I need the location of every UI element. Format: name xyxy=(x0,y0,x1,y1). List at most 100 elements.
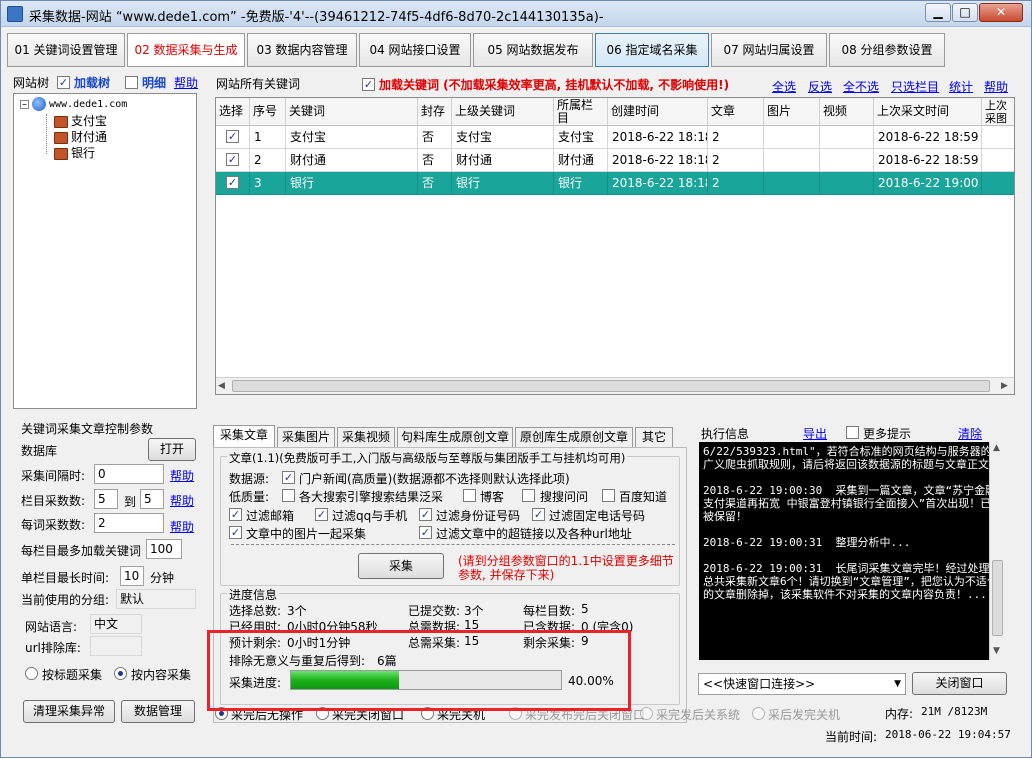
select-all-link[interactable]: 全选 xyxy=(772,78,796,95)
column-to-input[interactable]: 5 xyxy=(140,489,164,509)
column-from-input[interactable]: 5 xyxy=(94,489,118,509)
col-header-created[interactable]: 创建时间 xyxy=(608,98,708,126)
clear-link[interactable]: 清除 xyxy=(958,425,982,442)
tab-content-manage[interactable]: 03 数据内容管理 xyxy=(247,33,357,67)
after-publish-system-radio[interactable] xyxy=(640,707,653,720)
invert-select-link[interactable]: 反选 xyxy=(808,78,832,95)
tab-site-interface[interactable]: 04 网站接口设置 xyxy=(359,33,471,67)
scroll-up-icon[interactable]: ▲ xyxy=(993,443,1000,453)
scroll-down-icon[interactable]: ▼ xyxy=(993,646,1000,656)
collect-images-checkbox[interactable]: ✓ xyxy=(229,526,242,539)
portal-news-checkbox[interactable]: ✓ xyxy=(282,471,295,484)
tab-group-params[interactable]: 08 分组参数设置 xyxy=(829,33,945,67)
scroll-right-icon[interactable]: ▶ xyxy=(1001,381,1008,391)
max-time-input[interactable]: 10 xyxy=(120,566,144,586)
col-header-images[interactable]: 图片 xyxy=(764,98,820,126)
more-hints-checkbox[interactable] xyxy=(846,426,859,439)
radio-by-title[interactable] xyxy=(25,667,38,680)
clean-exception-button[interactable]: 清理采集异常 xyxy=(23,700,115,723)
tab-site-publish[interactable]: 05 网站数据发布 xyxy=(473,33,593,67)
filter-email-checkbox[interactable]: ✓ xyxy=(229,508,242,521)
open-database-button[interactable]: 打开 xyxy=(148,438,196,461)
tab-domain-collect[interactable]: 06 指定域名采集 xyxy=(595,33,709,67)
filter-id-checkbox[interactable]: ✓ xyxy=(419,508,432,521)
close-button[interactable]: ✕ xyxy=(979,3,1023,22)
baidu-zhidao-checkbox[interactable] xyxy=(602,489,615,502)
load-keywords-checkbox[interactable]: ✓ xyxy=(362,78,375,91)
data-manage-button[interactable]: 数据管理 xyxy=(121,700,195,723)
subtab-article[interactable]: 采集文章 xyxy=(213,425,275,447)
col-header-no[interactable]: 序号 xyxy=(250,98,286,126)
scroll-thumb[interactable] xyxy=(992,560,1003,636)
per-word-input[interactable]: 2 xyxy=(94,513,164,533)
col-header-keyword[interactable]: 关键词 xyxy=(286,98,418,126)
col-header-last-image[interactable]: 上次采图时间 xyxy=(982,98,1014,126)
grid-hscrollbar[interactable]: ◀ ▶ xyxy=(216,377,1014,394)
tree-root[interactable]: − www.dede1.com xyxy=(20,97,127,111)
filter-qq-checkbox[interactable]: ✓ xyxy=(315,508,328,521)
col-header-sealed[interactable]: 封存 xyxy=(418,98,452,126)
stats-link[interactable]: 统计 xyxy=(949,78,973,95)
col-header-videos[interactable]: 视频 xyxy=(820,98,874,126)
tab-site-ownership[interactable]: 07 网站归属设置 xyxy=(711,33,827,67)
filter-links-checkbox[interactable]: ✓ xyxy=(419,526,432,539)
row-checkbox[interactable]: ✓ xyxy=(226,176,239,189)
cell-images xyxy=(764,126,820,149)
scroll-left-icon[interactable]: ◀ xyxy=(218,381,225,391)
row-checkbox[interactable]: ✓ xyxy=(226,130,239,143)
cell-last-image xyxy=(982,149,1014,172)
tree-help-link[interactable]: 帮助 xyxy=(174,74,198,91)
exec-log[interactable]: 6/22/539323.html"，若符合标准的网页结构与服务器的广义爬虫抓取规… xyxy=(699,442,1005,660)
filter-phone-checkbox[interactable]: ✓ xyxy=(532,508,545,521)
tree-node-alipay[interactable]: 支付宝 xyxy=(54,112,107,129)
radio-by-content[interactable] xyxy=(114,667,127,680)
keywords-help-link[interactable]: 帮助 xyxy=(984,78,1008,95)
soso-wenwen-checkbox[interactable] xyxy=(522,489,535,502)
scroll-thumb[interactable] xyxy=(232,380,990,392)
table-row[interactable]: ✓ 1 支付宝 否 支付宝 支付宝 2018-6-22 18:18 2 2018… xyxy=(216,126,1014,149)
window-title: 采集数据-网站 “www.dede1.com” -免费版-'4'--(39461… xyxy=(29,10,604,25)
select-columns-link[interactable]: 只选栏目 xyxy=(891,78,939,95)
col-header-column[interactable]: 所属栏目 xyxy=(554,98,608,126)
collect-button[interactable]: 采集 xyxy=(358,553,444,579)
per-word-help-link[interactable]: 帮助 xyxy=(170,518,194,535)
load-tree-checkbox[interactable]: ✓ xyxy=(57,76,70,89)
minimize-button[interactable]: ▁ xyxy=(925,3,951,22)
radio-by-content-label: 按内容采集 xyxy=(131,668,192,682)
table-row-selected[interactable]: ✓ 3 银行 否 银行 银行 2018-6-22 18:18 2 2018-6-… xyxy=(216,172,1014,195)
cell-images xyxy=(764,172,820,195)
subtab-other[interactable]: 其它 xyxy=(635,427,673,447)
column-help-link[interactable]: 帮助 xyxy=(170,492,194,509)
interval-input[interactable]: 0 xyxy=(94,464,164,484)
row-checkbox[interactable]: ✓ xyxy=(226,153,239,166)
maximize-button[interactable]: □ xyxy=(952,3,978,22)
interval-help-link[interactable]: 帮助 xyxy=(170,467,194,484)
table-row[interactable]: ✓ 2 财付通 否 财付通 财付通 2018-6-22 18:18 2 2018… xyxy=(216,149,1014,172)
col-header-last-article[interactable]: 上次采文时间 xyxy=(874,98,982,126)
log-vscrollbar[interactable]: ▲ ▼ xyxy=(989,442,1005,660)
subtab-library-original[interactable]: 原创库生成原创文章 xyxy=(515,427,633,447)
subtab-image[interactable]: 采集图片 xyxy=(277,427,335,447)
column-count-label: 栏目采数数: xyxy=(21,494,86,508)
app-icon xyxy=(7,6,23,22)
close-window-button[interactable]: 关闭窗口 xyxy=(912,672,1007,695)
quick-connect-select[interactable]: <<快速窗口连接>> ▼ xyxy=(698,673,906,695)
after-publish-shutdown-radio[interactable] xyxy=(752,707,765,720)
blog-checkbox[interactable] xyxy=(463,489,476,502)
max-words-input[interactable]: 100 xyxy=(146,539,182,559)
collapse-icon[interactable]: − xyxy=(20,99,29,109)
search-engine-checkbox[interactable] xyxy=(282,489,295,502)
chevron-down-icon: ▼ xyxy=(894,679,901,689)
select-none-link[interactable]: 全不选 xyxy=(843,78,879,95)
tree-node-tenpay[interactable]: 财付通 xyxy=(54,128,107,145)
detail-checkbox[interactable] xyxy=(125,76,138,89)
tab-keyword-settings[interactable]: 01 关键词设置管理 xyxy=(7,33,125,67)
subtab-corpus-original[interactable]: 句料库生成原创文章 xyxy=(397,427,513,447)
subtab-video[interactable]: 采集视频 xyxy=(337,427,395,447)
col-header-parent[interactable]: 上级关键词 xyxy=(452,98,554,126)
col-header-articles[interactable]: 文章 xyxy=(708,98,764,126)
export-link[interactable]: 导出 xyxy=(803,425,827,442)
tree-node-bank[interactable]: 银行 xyxy=(54,144,95,161)
tab-data-collection[interactable]: 02 数据采集与生成 xyxy=(127,33,245,67)
col-header-select[interactable]: 选择 xyxy=(216,98,250,126)
